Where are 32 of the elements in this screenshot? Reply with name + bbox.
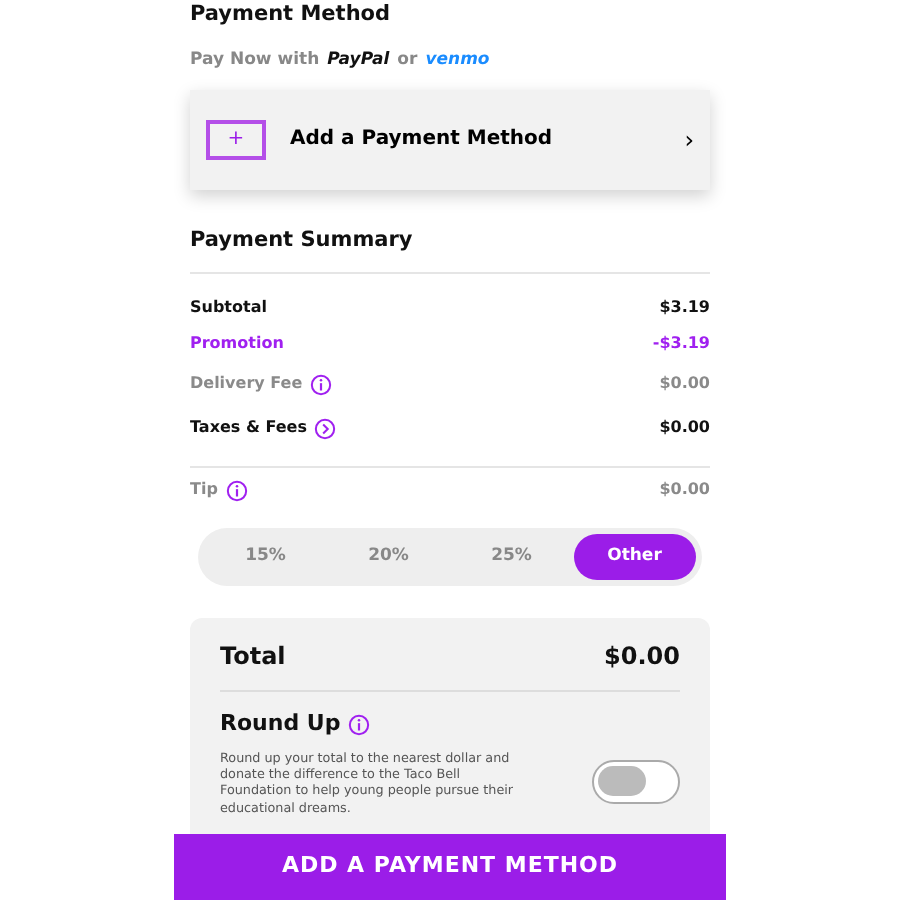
paypal-link[interactable]: PayPal [327,47,390,73]
info-icon[interactable] [310,373,333,396]
info-icon[interactable] [348,714,371,736]
add-payment-method-row[interactable]: + Add a Payment Method › [190,89,710,189]
add-payment-method-button[interactable]: ADD A PAYMENT METHOD [174,834,726,900]
or-label: or [397,47,418,73]
summary-value: $0.00 [659,416,710,441]
chevron-icon: › [684,121,694,157]
summary-value: -$3.19 [652,332,710,357]
summary-label: Subtotal [190,296,267,321]
section-title: Payment Method [190,0,393,30]
tip-option[interactable]: 15% [204,534,327,581]
summary-value: $0.00 [659,372,710,397]
venmo-link[interactable]: venmo [425,47,490,73]
summary-label: Promotion [190,332,284,357]
arrow-circle-icon[interactable] [314,417,337,440]
tip-option[interactable]: Other [573,534,696,581]
plus-icon: + [206,119,266,159]
summary-label: Tip [190,478,218,503]
summary-label: Taxes & Fees [190,416,307,441]
tip-option[interactable]: 20% [327,534,450,581]
total-value: $0.00 [604,640,680,675]
round-up-toggle[interactable] [592,760,680,805]
pay-now-label: Pay Now with [190,47,320,73]
total-label: Total [220,640,286,675]
round-up-title: Round Up [220,708,341,741]
info-icon[interactable] [225,479,248,502]
section-title: Payment Summary [190,225,415,255]
tip-option[interactable]: 25% [450,534,573,581]
summary-label: Delivery Fee [190,372,303,397]
summary-value: $3.19 [659,296,710,321]
summary-value: $0.00 [659,478,710,503]
